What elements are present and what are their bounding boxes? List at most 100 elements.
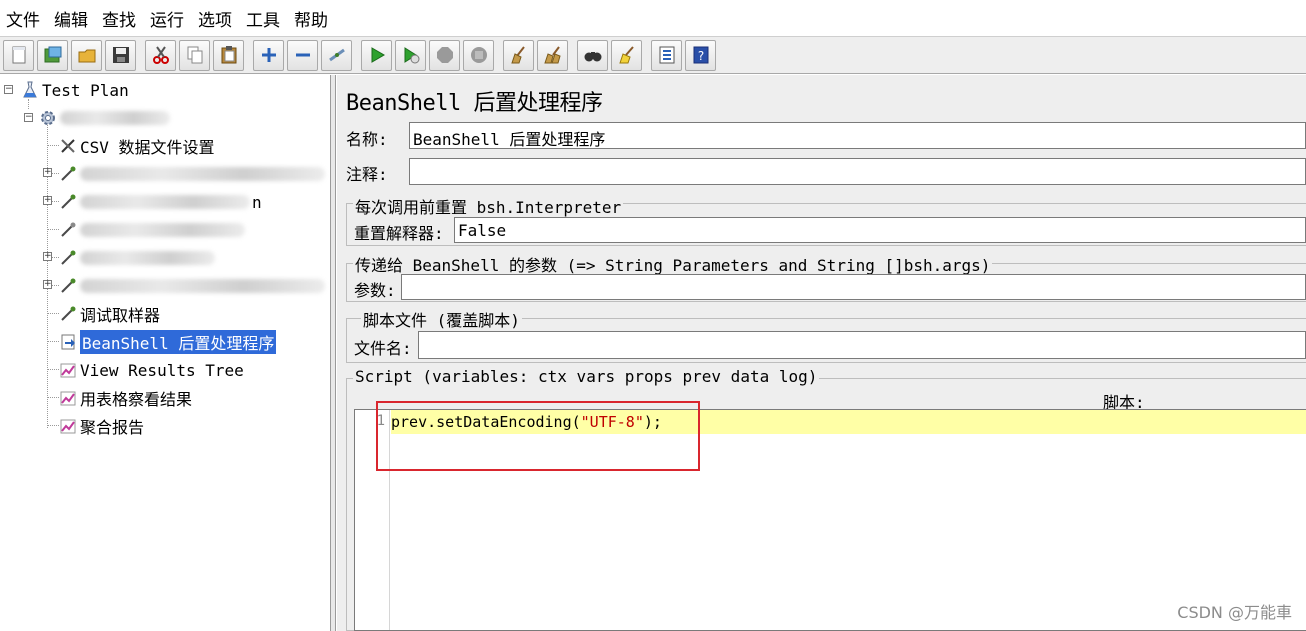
tree-node-test-plan[interactable]: Test Plan bbox=[20, 78, 129, 102]
gear-icon bbox=[38, 108, 58, 128]
help-button[interactable]: ? bbox=[685, 39, 716, 71]
postprocessor-icon bbox=[58, 332, 78, 352]
redacted-label bbox=[80, 223, 245, 237]
save-icon bbox=[112, 47, 129, 63]
menu-file[interactable]: 文件 bbox=[6, 6, 40, 31]
tree-label: 用表格察看结果 bbox=[80, 390, 193, 409]
function-helper-icon bbox=[659, 46, 674, 64]
tree-node-csv[interactable]: CSV 数据文件设置 bbox=[58, 134, 215, 158]
copy-button[interactable] bbox=[179, 39, 210, 71]
tree-node-redacted-2[interactable]: n bbox=[58, 190, 262, 214]
expand-all-button[interactable] bbox=[253, 39, 284, 71]
collapse-all-button[interactable] bbox=[287, 39, 318, 71]
redacted-label bbox=[80, 167, 325, 181]
sampler-icon bbox=[58, 164, 78, 184]
shutdown-icon bbox=[470, 47, 487, 63]
svg-text:?: ? bbox=[697, 49, 703, 63]
test-plan-tree: − − + + + + Test Plan CSV 数据文件设置 n 调试取样器… bbox=[0, 75, 331, 631]
shutdown-button[interactable] bbox=[463, 39, 494, 71]
clear-all-button[interactable] bbox=[537, 39, 568, 71]
cut-button[interactable] bbox=[145, 39, 176, 71]
watermark: CSDN @万能車 bbox=[1177, 603, 1292, 622]
name-field[interactable]: BeanShell 后置处理程序 bbox=[409, 122, 1306, 149]
tree-node-redacted-4[interactable] bbox=[58, 246, 215, 270]
expand-icon bbox=[261, 48, 276, 62]
stop-icon bbox=[436, 47, 453, 63]
search-button[interactable] bbox=[577, 39, 608, 71]
menu-bar: 文件 编辑 查找 运行 选项 工具 帮助 bbox=[0, 0, 1306, 36]
sampler-icon bbox=[58, 276, 78, 296]
menu-run[interactable]: 运行 bbox=[150, 6, 184, 31]
tree-node-redacted-3[interactable] bbox=[58, 218, 245, 242]
sampler-icon bbox=[58, 248, 78, 268]
tools-icon bbox=[58, 136, 78, 156]
start-no-pause-icon bbox=[404, 47, 419, 64]
toolbar: ? bbox=[0, 36, 1306, 74]
new-button[interactable] bbox=[3, 39, 34, 71]
tree-node-debug-sampler[interactable]: 调试取样器 bbox=[58, 302, 160, 326]
start-icon bbox=[371, 47, 385, 63]
tree-label: Test Plan bbox=[42, 80, 129, 100]
panel-title: BeanShell 后置处理程序 bbox=[346, 91, 603, 116]
stop-button[interactable] bbox=[429, 39, 460, 71]
menu-tools[interactable]: 工具 bbox=[246, 6, 280, 31]
reset-label: 重置解释器: bbox=[354, 224, 444, 243]
clear-all-icon bbox=[543, 46, 561, 64]
expander-test-plan[interactable]: − bbox=[4, 85, 13, 94]
tree-label: 调试取样器 bbox=[80, 306, 161, 325]
clear-icon bbox=[510, 46, 525, 64]
reset-search-button[interactable] bbox=[611, 39, 642, 71]
expander-item-7[interactable]: + bbox=[43, 280, 52, 289]
reset-interpreter-select[interactable]: False bbox=[454, 217, 1306, 243]
expander-item-4[interactable]: + bbox=[43, 196, 52, 205]
menu-edit[interactable]: 编辑 bbox=[54, 6, 88, 31]
listener-chart-icon bbox=[58, 416, 78, 436]
clear-button[interactable] bbox=[503, 39, 534, 71]
expander-thread-group[interactable]: − bbox=[24, 113, 33, 122]
open-icon bbox=[78, 49, 95, 63]
comment-label: 注释: bbox=[346, 165, 388, 184]
paste-button[interactable] bbox=[213, 39, 244, 71]
expander-item-3[interactable]: + bbox=[43, 168, 52, 177]
function-helper-button[interactable] bbox=[651, 39, 682, 71]
toggle-button[interactable] bbox=[321, 39, 352, 71]
filename-field[interactable] bbox=[418, 331, 1306, 359]
new-icon bbox=[12, 46, 25, 64]
annotation-highlight-box bbox=[376, 401, 700, 471]
tree-node-view-results-tree[interactable]: View Results Tree bbox=[58, 358, 244, 382]
help-icon: ? bbox=[693, 46, 708, 64]
params-group-title: 传递给 BeanShell 的参数 (=> String Parameters … bbox=[353, 252, 993, 276]
start-no-pauses-button[interactable] bbox=[395, 39, 426, 71]
open-button[interactable] bbox=[71, 39, 102, 71]
parameters-field[interactable] bbox=[401, 274, 1306, 300]
redacted-label bbox=[80, 251, 215, 265]
templates-icon bbox=[44, 46, 61, 63]
menu-help[interactable]: 帮助 bbox=[294, 6, 328, 31]
tree-node-redacted-1[interactable] bbox=[58, 162, 325, 186]
menu-options[interactable]: 选项 bbox=[198, 6, 232, 31]
tree-node-view-results-table[interactable]: 用表格察看结果 bbox=[58, 386, 192, 410]
reset-search-icon bbox=[618, 46, 634, 64]
tree-label-fragment: n bbox=[252, 192, 262, 212]
tree-label-selected: BeanShell 后置处理程序 bbox=[80, 330, 277, 354]
listener-chart-icon bbox=[58, 360, 78, 380]
toggle-icon bbox=[328, 48, 345, 62]
tree-node-beanshell-postprocessor[interactable]: BeanShell 后置处理程序 bbox=[58, 330, 277, 354]
tree-node-redacted-5[interactable] bbox=[58, 274, 325, 298]
file-label: 文件名: bbox=[354, 339, 412, 358]
split-pane-divider[interactable] bbox=[331, 75, 336, 631]
file-group-title: 脚本文件 (覆盖脚本) bbox=[361, 307, 522, 331]
tree-node-thread-group[interactable] bbox=[38, 106, 170, 130]
menu-search[interactable]: 查找 bbox=[102, 6, 136, 31]
tree-node-aggregate-report[interactable]: 聚合报告 bbox=[58, 414, 144, 438]
listener-chart-icon bbox=[58, 388, 78, 408]
params-label: 参数: bbox=[354, 281, 396, 300]
expander-item-6[interactable]: + bbox=[43, 252, 52, 261]
save-button[interactable] bbox=[105, 39, 136, 71]
redacted-label bbox=[60, 111, 170, 125]
script-group-title: Script (variables: ctx vars props prev d… bbox=[353, 367, 820, 386]
comment-field[interactable] bbox=[409, 158, 1306, 185]
test-plan-icon bbox=[20, 80, 40, 100]
templates-button[interactable] bbox=[37, 39, 68, 71]
start-button[interactable] bbox=[361, 39, 392, 71]
